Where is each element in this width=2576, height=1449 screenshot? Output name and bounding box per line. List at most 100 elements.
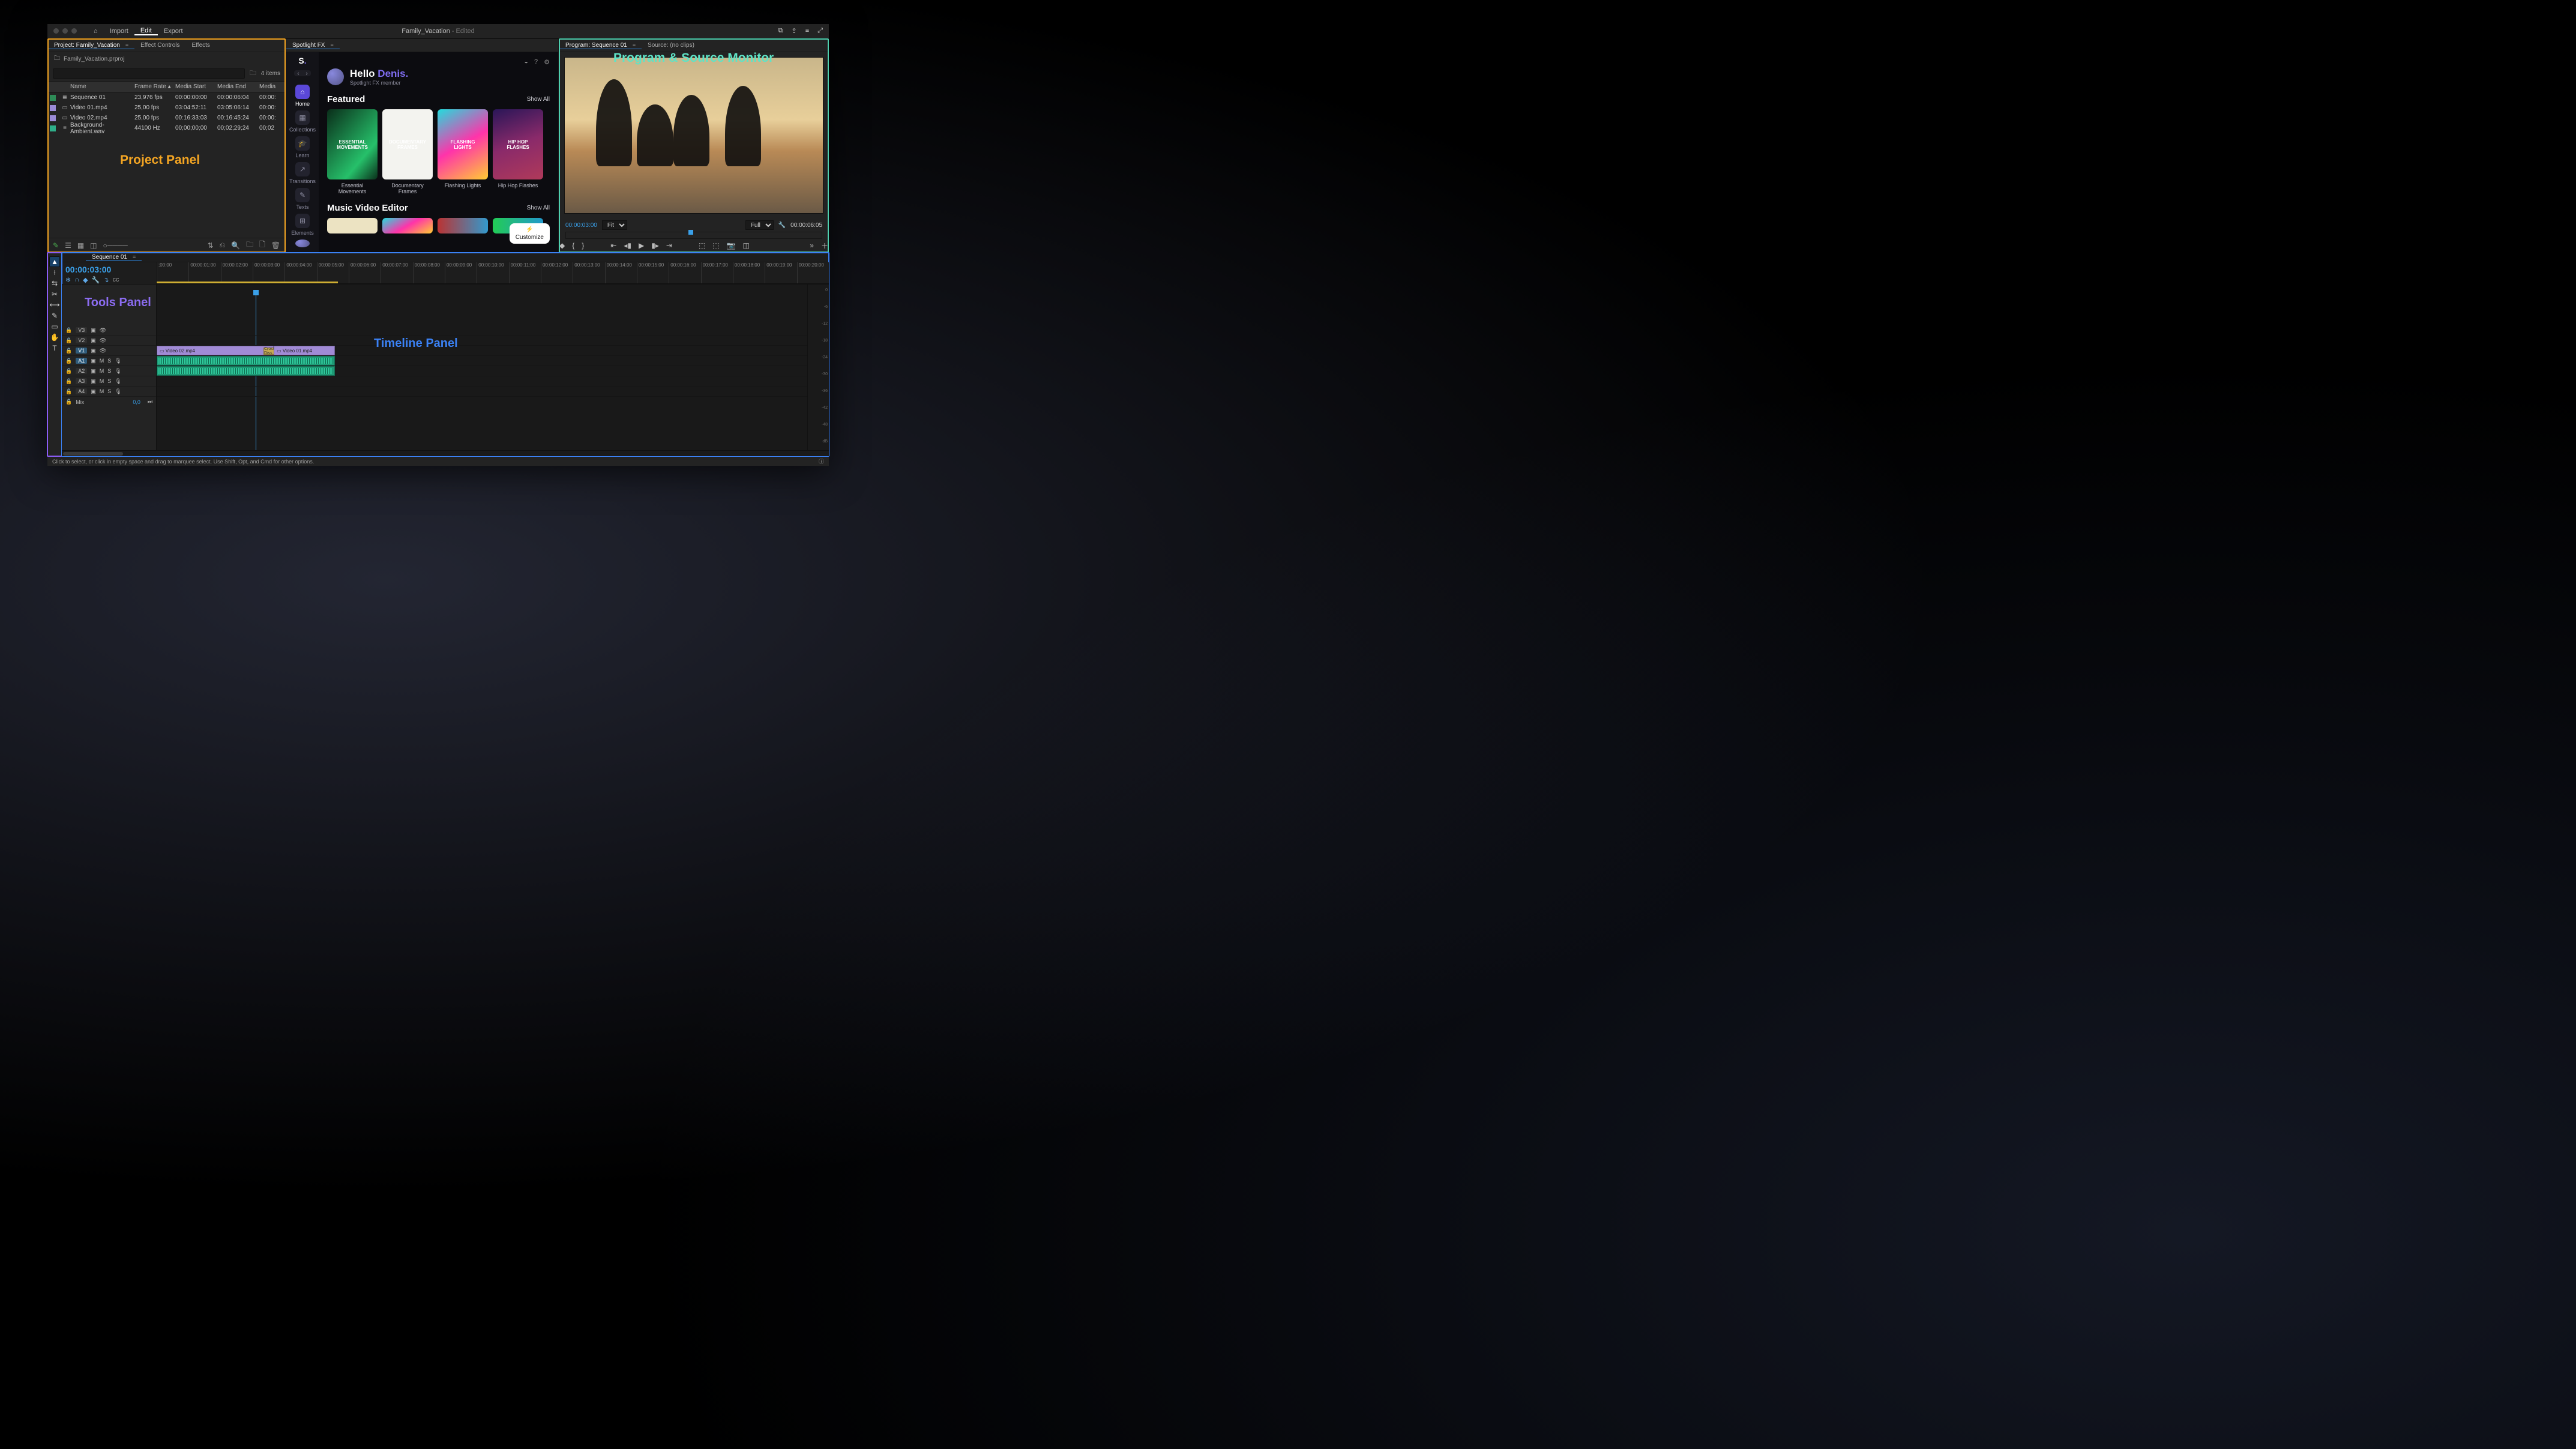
tool-6[interactable]: ▭ <box>49 321 60 332</box>
icon-view-icon[interactable]: ▦ <box>77 241 84 250</box>
tab-source[interactable]: Source: (no clips) <box>642 42 700 49</box>
zoom-fit-select[interactable]: Fit <box>602 220 627 230</box>
tool-0[interactable]: ▲ <box>49 256 60 267</box>
comparison-icon[interactable]: ◫ <box>743 241 750 250</box>
project-item[interactable]: ▭Video 01.mp425,00 fps03:04:52:1103:05:0… <box>48 103 285 113</box>
out-bracket-icon[interactable]: } <box>582 241 584 250</box>
col-name[interactable]: Name <box>70 83 134 90</box>
go-to-in-icon[interactable]: ⇤ <box>610 241 616 250</box>
go-to-out-icon[interactable]: ⇥ <box>666 241 672 250</box>
tool-7[interactable]: ✋ <box>49 332 60 343</box>
tool-8[interactable]: T <box>49 343 60 354</box>
export-frame-icon[interactable]: 📷 <box>727 241 736 250</box>
bin-filter-icon[interactable]: 🗀 <box>250 68 256 79</box>
featured-card[interactable]: HIP HOP FLASHESHip Hop Flashes <box>493 109 543 194</box>
menu-import[interactable]: Import <box>104 28 134 35</box>
spotlight-nav-arrows[interactable]: ‹› <box>294 70 311 76</box>
featured-card[interactable]: FLASHING LIGHTSFlashing Lights <box>438 109 488 194</box>
play-icon[interactable]: ▶ <box>639 241 644 250</box>
insert-icon[interactable]: ↴ <box>103 276 109 284</box>
project-item[interactable]: ≣Sequence 0123,976 fps00:00:00:0000:00:0… <box>48 92 285 103</box>
extract-icon[interactable]: ⬚ <box>712 241 719 250</box>
trash-icon[interactable]: 🗑 <box>271 241 280 250</box>
write-icon[interactable]: ✎ <box>53 241 59 250</box>
tool-1[interactable]: ⟊ <box>49 267 60 278</box>
featured-show-all[interactable]: Show All <box>527 96 550 103</box>
menu-edit[interactable]: Edit <box>134 27 158 35</box>
lift-icon[interactable]: ⬚ <box>699 241 705 250</box>
col-media-dur[interactable]: Media <box>259 83 283 90</box>
linked-sel-icon[interactable]: ∩ <box>74 276 79 284</box>
program-ruler[interactable] <box>565 232 822 239</box>
snap-icon[interactable]: ❄ <box>65 276 71 284</box>
timeline-scrollbar[interactable] <box>62 450 829 456</box>
featured-card[interactable]: DOCUMENTARY FRAMESDocumentary Frames <box>382 109 433 194</box>
window-controls[interactable] <box>53 28 77 34</box>
sidebar-item-transitions[interactable]: ↗Transitions <box>289 162 316 184</box>
sidebar-item-collections[interactable]: ▦Collections <box>289 110 316 133</box>
track-A1[interactable]: 🔒A1▣MS🎙 <box>62 356 156 366</box>
discord-icon[interactable]: ◒ <box>524 58 528 66</box>
tab-effects[interactable]: Effects <box>186 42 216 49</box>
resolution-select[interactable]: Full <box>745 220 774 230</box>
info-icon[interactable]: ⓘ <box>819 457 824 465</box>
workspace-icon[interactable]: ⧉ <box>778 27 783 35</box>
spotlight-user-avatar[interactable] <box>295 239 310 247</box>
tab-project[interactable]: Project: Family_Vacation≡ <box>48 42 134 49</box>
home-button[interactable]: ⌂ <box>88 28 104 35</box>
tool-4[interactable]: ⟷ <box>49 300 60 310</box>
program-tc-left[interactable]: 00:00:03:00 <box>565 222 597 229</box>
customize-button[interactable]: ⚡ Customize <box>510 223 550 244</box>
marker-icon[interactable]: ◆ <box>559 241 565 250</box>
search-input[interactable] <box>53 68 245 79</box>
list-view-icon[interactable]: ☰ <box>65 241 71 250</box>
settings-icon[interactable]: 🔧 <box>778 222 786 229</box>
track-V3[interactable]: 🔒V3▣👁 <box>62 325 156 336</box>
new-item-icon[interactable]: 🗋 <box>259 239 265 252</box>
sidebar-item-texts[interactable]: ✎Texts <box>289 188 316 210</box>
sidebar-item-home[interactable]: ⌂Home <box>289 85 316 107</box>
tab-effect-controls[interactable]: Effect Controls <box>134 42 185 49</box>
gear-icon[interactable]: ⚙ <box>544 58 550 66</box>
step-back-icon[interactable]: ◂▮ <box>624 241 631 250</box>
sidebar-item-learn[interactable]: 🎓Learn <box>289 136 316 158</box>
more-icon[interactable]: » <box>810 241 814 250</box>
clip-video[interactable]: ▭ Video 01.mp4 <box>274 346 335 355</box>
clip-audio[interactable] <box>157 356 335 366</box>
col-media-start[interactable]: Media Start <box>175 83 217 90</box>
mve-show-all[interactable]: Show All <box>527 205 550 211</box>
marker-add-icon[interactable]: ◆ <box>83 276 88 284</box>
hamburger-icon[interactable]: ≡ <box>125 42 128 48</box>
tool-2[interactable]: ⇆ <box>49 278 60 289</box>
fullscreen-icon[interactable]: ⤢ <box>817 27 823 35</box>
add-button-icon[interactable]: ＋ <box>821 241 828 251</box>
tool-5[interactable]: ✎ <box>49 310 60 321</box>
track-A3[interactable]: 🔒A3▣MS🎙 <box>62 376 156 387</box>
tab-sequence[interactable]: Sequence 01≡ <box>86 254 142 261</box>
find-icon[interactable]: 🔍 <box>231 241 240 250</box>
col-framerate[interactable]: Frame Rate ▴ <box>134 83 175 90</box>
mix-track[interactable]: 🔒Mix0,0⏭ <box>62 397 156 407</box>
program-video[interactable] <box>564 57 823 214</box>
caption-icon[interactable]: cc <box>113 276 119 284</box>
in-bracket-icon[interactable]: { <box>572 241 574 250</box>
sidebar-item-elements[interactable]: ⊞Elements <box>289 214 316 236</box>
track-V2[interactable]: 🔒V2▣👁 <box>62 336 156 346</box>
zoom-slider[interactable]: ○──── <box>103 241 128 250</box>
tool-3[interactable]: ✂ <box>49 289 60 300</box>
wrench-icon[interactable]: 🔧 <box>92 276 100 284</box>
clip-audio[interactable] <box>157 366 335 376</box>
track-V1[interactable]: 🔒V1▣👁 <box>62 346 156 356</box>
track-A4[interactable]: 🔒A4▣MS🎙 <box>62 387 156 397</box>
col-media-end[interactable]: Media End <box>217 83 259 90</box>
featured-card[interactable]: ESSENTIAL MOVEMENTSEssential Movements <box>327 109 378 194</box>
timeline-tc[interactable]: 00:00:03:00 <box>65 265 152 274</box>
playhead-marker[interactable] <box>688 230 693 235</box>
tab-program[interactable]: Program: Sequence 01≡ <box>559 42 642 49</box>
tab-spotlight[interactable]: Spotlight FX≡ <box>286 42 340 49</box>
sort-icon[interactable]: ⇅ <box>207 241 213 250</box>
help-icon[interactable]: ? <box>534 58 538 66</box>
menu-export[interactable]: Export <box>158 28 189 35</box>
project-item[interactable]: ≡Background-Ambient.wav44100 Hz00;00;00;… <box>48 123 285 133</box>
share-icon[interactable]: ⇪ <box>792 27 797 35</box>
